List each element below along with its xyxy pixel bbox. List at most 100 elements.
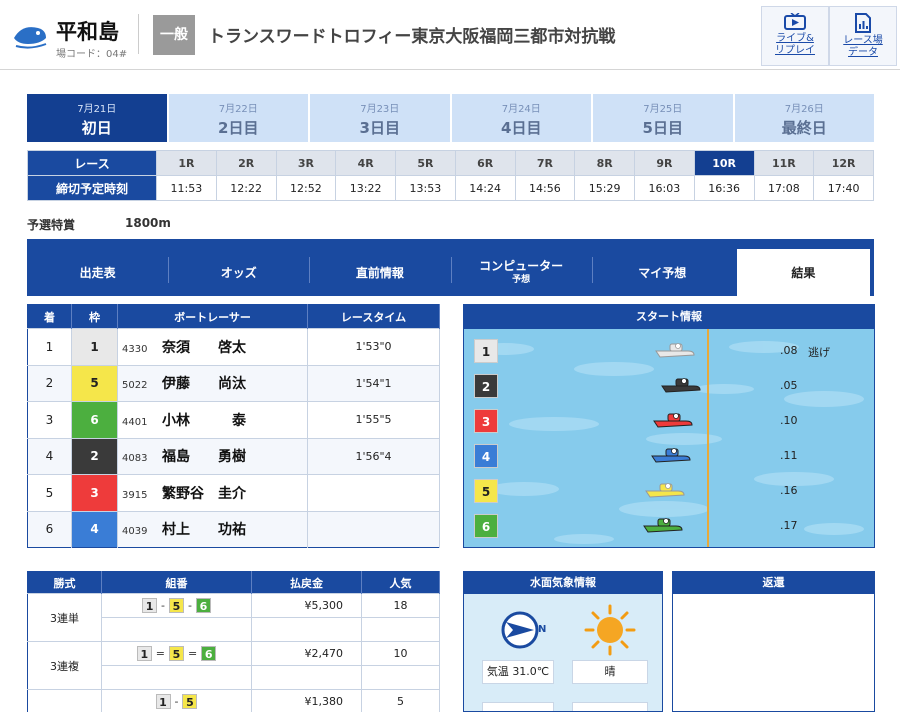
- result-racer[interactable]: 4330 奈須 啓太: [117, 328, 308, 365]
- racer-reg-number: 3915: [122, 489, 148, 501]
- race-schedule-table: レース 1R 2R 3R 4R 5R 6R 7R 8R 9R 10R 11R 12R 締切予定時刻 1…: [27, 150, 874, 201]
- combination: 1-5: [101, 689, 252, 712]
- race-tab-2r[interactable]: 2R: [215, 150, 277, 176]
- racer-reg-number: 4330: [122, 343, 148, 355]
- race-tab-1r[interactable]: 1R: [156, 150, 217, 176]
- date-tabs: 7月21日 初日 7月22日 2日目 7月23日 3日目 7月24日 4日目 7月25日 5日目 7…: [27, 94, 874, 142]
- weather-title: 水面気象情報: [464, 572, 662, 594]
- date-tab-date: 7月21日: [77, 104, 117, 115]
- combo-boat: 5: [182, 694, 198, 709]
- sun-icon: [584, 604, 636, 656]
- result-racer[interactable]: 4039 村上 功祐: [117, 510, 308, 548]
- payout-amount: ¥2,470: [251, 641, 362, 666]
- live-label-2: リプレイ: [775, 45, 815, 56]
- popularity: 18: [361, 593, 440, 618]
- date-tab-3[interactable]: 7月23日 3日目: [310, 94, 450, 142]
- start-info-title: スタート情報: [464, 305, 874, 329]
- deadline-time: 12:22: [215, 175, 277, 201]
- race-title: トランスワードトロフィー東京大阪福岡三都市対抗戦: [208, 27, 616, 47]
- nav-tab-label: 出走表: [79, 265, 116, 280]
- venue-code: 場コード：04#: [56, 49, 128, 60]
- result-racer[interactable]: 3915 繁野谷 圭介: [117, 474, 308, 511]
- empty-cell: [251, 617, 362, 642]
- result-racer[interactable]: 5022 伊藤 尚汰: [117, 364, 308, 402]
- nav-tab-2[interactable]: オッズ: [168, 249, 309, 296]
- document-chart-icon: [855, 13, 871, 33]
- nav-tab-3[interactable]: 直前情報: [309, 249, 450, 296]
- race-tab-12r[interactable]: 12R: [813, 150, 874, 176]
- result-racer[interactable]: 4401 小林 泰: [117, 401, 308, 438]
- start-timing: .17: [780, 519, 798, 532]
- date-tab-day: 初日: [81, 119, 112, 137]
- col-payout: 払戻金: [251, 571, 362, 594]
- data-label-1: レース場: [843, 35, 883, 46]
- race-tab-5r[interactable]: 5R: [395, 150, 456, 176]
- nav-tab-sublabel: 予想: [512, 274, 531, 285]
- start-timing: .16: [780, 484, 798, 497]
- start-timing: .11: [780, 449, 798, 462]
- bet-type: 3連複: [27, 641, 102, 690]
- weather-box-partial: [482, 702, 554, 711]
- deadline-time: 16:03: [634, 175, 695, 201]
- race-tab-3r[interactable]: 3R: [275, 150, 337, 176]
- race-tab-9r[interactable]: 9R: [634, 150, 695, 176]
- race-distance: 1800m: [125, 216, 171, 230]
- race-tab-10r[interactable]: 10R: [693, 150, 755, 176]
- col-frame: 枠: [71, 304, 118, 329]
- racer-reg-number: 4401: [122, 416, 148, 428]
- payout-table: 勝式 組番 払戻金 人気 3連単 1-5-6 ¥5,300 18 3連複 1 = 5 = 6 ¥2,…: [27, 571, 440, 712]
- date-tab-1[interactable]: 7月21日初日: [27, 94, 167, 142]
- start-boat-number: 1: [474, 339, 498, 363]
- combo-separator: =: [188, 647, 198, 660]
- race-tab-7r[interactable]: 7R: [514, 150, 576, 176]
- racer-name: 繁野谷 圭介: [162, 485, 246, 502]
- race-tab-8r[interactable]: 8R: [574, 150, 635, 176]
- racer-name: 福島 勇樹: [162, 449, 246, 466]
- deadline-time: 14:56: [514, 175, 576, 201]
- result-place: 4: [27, 437, 72, 475]
- date-tab-6[interactable]: 7月26日 最終日: [734, 94, 874, 142]
- result-time: 1'55"5: [307, 401, 440, 438]
- payout-row: 3連単 1-5-6 ¥5,300 18: [27, 593, 440, 642]
- winning-technique: 逃げ: [808, 346, 830, 359]
- nav-tab-label: 直前情報: [355, 265, 404, 280]
- col-bet-type: 勝式: [27, 571, 102, 594]
- data-label-2: データ: [848, 47, 878, 58]
- combo-boat: 1: [136, 646, 152, 661]
- date-tab-4[interactable]: 7月24日 4日目: [451, 94, 591, 142]
- nav-tab-5[interactable]: マイ予想: [591, 249, 733, 296]
- start-boat-number: 3: [474, 409, 498, 433]
- result-racer[interactable]: 4083 福島 勇樹: [117, 437, 308, 475]
- refund-title: 返還: [673, 572, 874, 594]
- start-timing: .08: [780, 344, 798, 357]
- combo-boat: 6: [201, 646, 217, 661]
- racer-name: 奈須 啓太: [162, 339, 246, 356]
- combo-separator: -: [188, 599, 192, 612]
- nav-tab-4[interactable]: コンピューター 予想: [450, 249, 592, 296]
- date-tab-2[interactable]: 7月22日 2日目: [168, 94, 308, 142]
- race-tab-11r[interactable]: 11R: [753, 150, 815, 176]
- race-tab-4r[interactable]: 4R: [335, 150, 396, 176]
- race-info-tabs: 出走表 オッズ 直前情報 コンピューター 予想 マイ予想 結果: [27, 239, 874, 296]
- result-time: 1'53"0: [307, 328, 440, 365]
- live-replay-button[interactable]: ライブ& リプレイ: [761, 6, 829, 66]
- racer-name: 小林 泰: [162, 412, 246, 429]
- wind-direction-label: N: [538, 624, 547, 635]
- racer-reg-number: 4039: [122, 526, 148, 538]
- racer-name: 伊藤 尚汰: [162, 376, 246, 393]
- deadline-time: 13:53: [395, 175, 456, 201]
- combo-boat: 5: [169, 646, 184, 661]
- combination: 1 = 5 = 6: [101, 641, 252, 666]
- combo-boat: 1: [155, 694, 171, 709]
- nav-tab-label: 結果: [791, 265, 816, 280]
- nav-tab-6[interactable]: 結果: [736, 249, 870, 296]
- date-tab-day: 4日目: [501, 119, 542, 137]
- nav-tab-1[interactable]: 出走表: [27, 249, 168, 296]
- date-tab-day: 最終日: [781, 119, 827, 137]
- col-racer: ボートレーサー: [117, 304, 308, 329]
- venue-data-button[interactable]: レース場 データ: [829, 6, 897, 66]
- race-row-header: レース: [27, 150, 157, 176]
- race-tab-6r[interactable]: 6R: [454, 150, 516, 176]
- date-tab-5[interactable]: 7月25日 5日目: [593, 94, 733, 142]
- result-row: 1 1 4330 奈須 啓太 1'53"0: [27, 328, 440, 365]
